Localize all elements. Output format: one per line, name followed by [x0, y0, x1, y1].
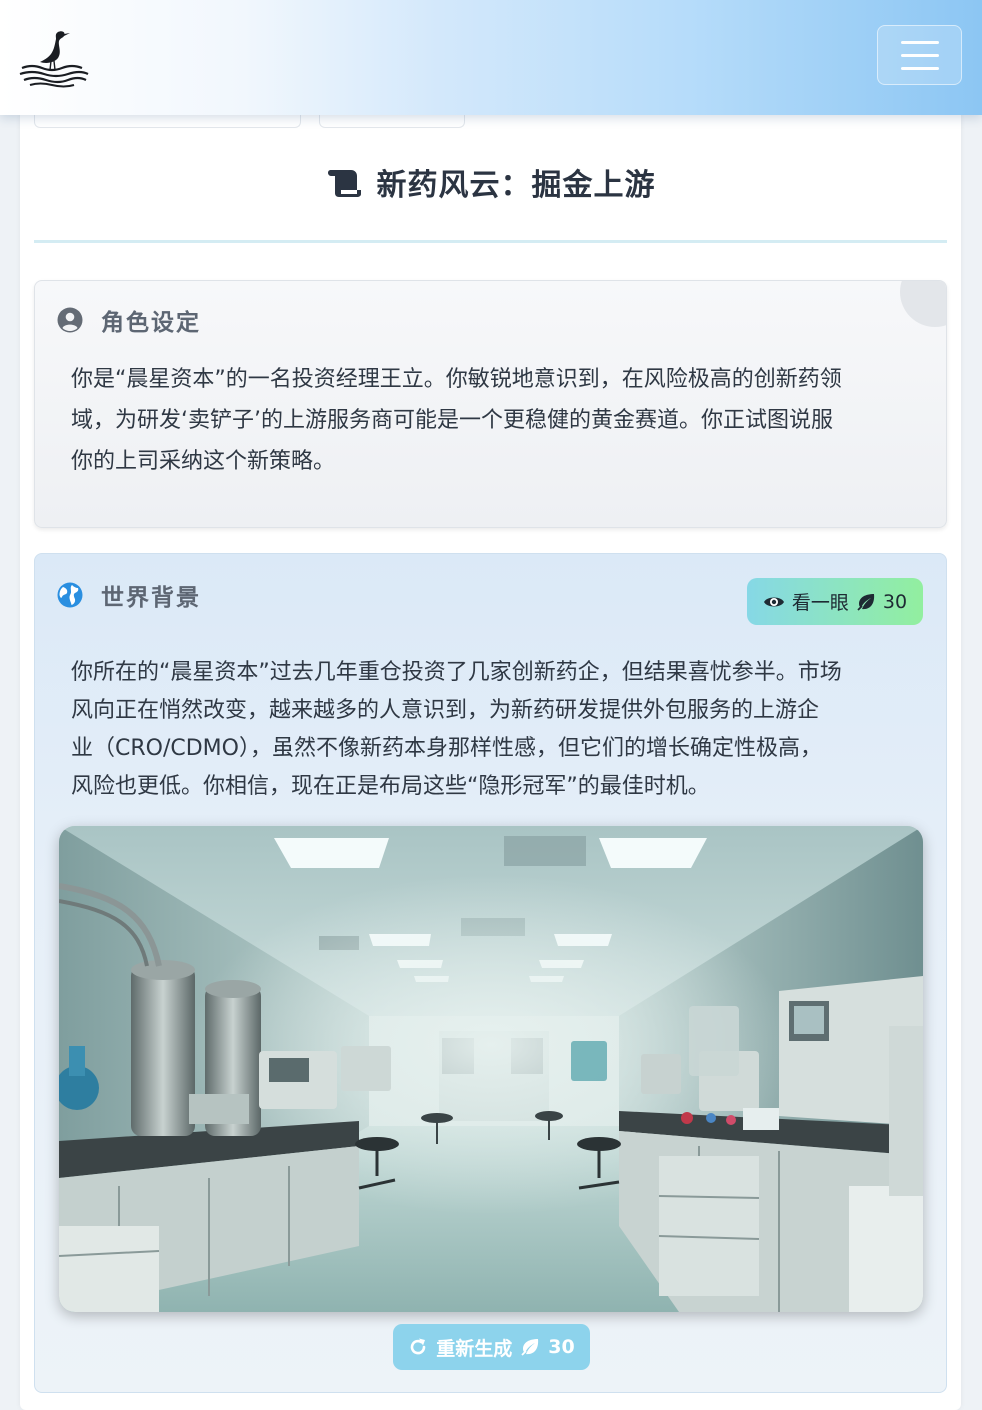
world-header: 世界背景: [57, 578, 201, 612]
peek-button[interactable]: 看一眼 30: [747, 578, 923, 625]
redo-icon: [411, 1338, 426, 1355]
role-header: 角色设定: [57, 303, 201, 337]
peek-cost: 30: [882, 590, 908, 613]
scene-image: [59, 826, 923, 1312]
eye-icon: [763, 597, 784, 606]
leaf-icon: [857, 593, 875, 611]
title-divider: [34, 240, 947, 243]
world-section: 世界背景 看一眼 30 你所在的“晨星资本”过去几年重仓投资了几家创新药企，但结…: [34, 553, 947, 1393]
app-header: [0, 0, 982, 115]
role-line: 你的上司采纳这个新策略。: [71, 449, 336, 474]
role-title: 角色设定: [101, 310, 201, 336]
role-line: 域，为研发‘卖铲子’的上游服务商可能是一个更稳健的黄金赛道。你正试图说服: [71, 408, 833, 433]
role-section: 角色设定 你是“晨星资本”的一名投资经理王立。你敏锐地意识到，在风险极高的创新药…: [34, 280, 947, 528]
peek-label: 看一眼: [791, 592, 849, 614]
globe-icon: [57, 582, 83, 608]
menu-toggle-button[interactable]: [877, 25, 962, 85]
scroll-icon: [327, 170, 361, 197]
world-line: 业（CRO/CDMO），虽然不像新药本身那样性感，但它们的增长确定性极高，: [71, 736, 822, 761]
hamburger-icon: [900, 40, 939, 44]
world-title: 世界背景: [101, 585, 201, 611]
world-line: 风向正在悄然改变，越来越多的人意识到，为新药研发提供外包服务的上游企: [71, 698, 820, 723]
heron-logo[interactable]: [18, 28, 90, 90]
regenerate-label: 重新生成: [436, 1337, 513, 1360]
world-line: 风险也更低。你相信，现在正是布局这些“隐形冠军”的最佳时机。: [71, 774, 710, 799]
page-title: 新药风云：掘金上游: [20, 160, 962, 204]
regenerate-cost: 30: [548, 1336, 575, 1358]
regenerate-button[interactable]: 重新生成 30: [393, 1324, 590, 1370]
leaf-icon: [521, 1339, 539, 1356]
role-line: 你是“晨星资本”的一名投资经理王立。你敏锐地意识到，在风险极高的创新药领: [71, 367, 842, 392]
title-text: 新药风云：掘金上游: [376, 168, 656, 203]
user-circle-icon: [57, 307, 83, 333]
world-line: 你所在的“晨星资本”过去几年重仓投资了几家创新药企，但结果喜忧参半。市场: [71, 660, 842, 685]
